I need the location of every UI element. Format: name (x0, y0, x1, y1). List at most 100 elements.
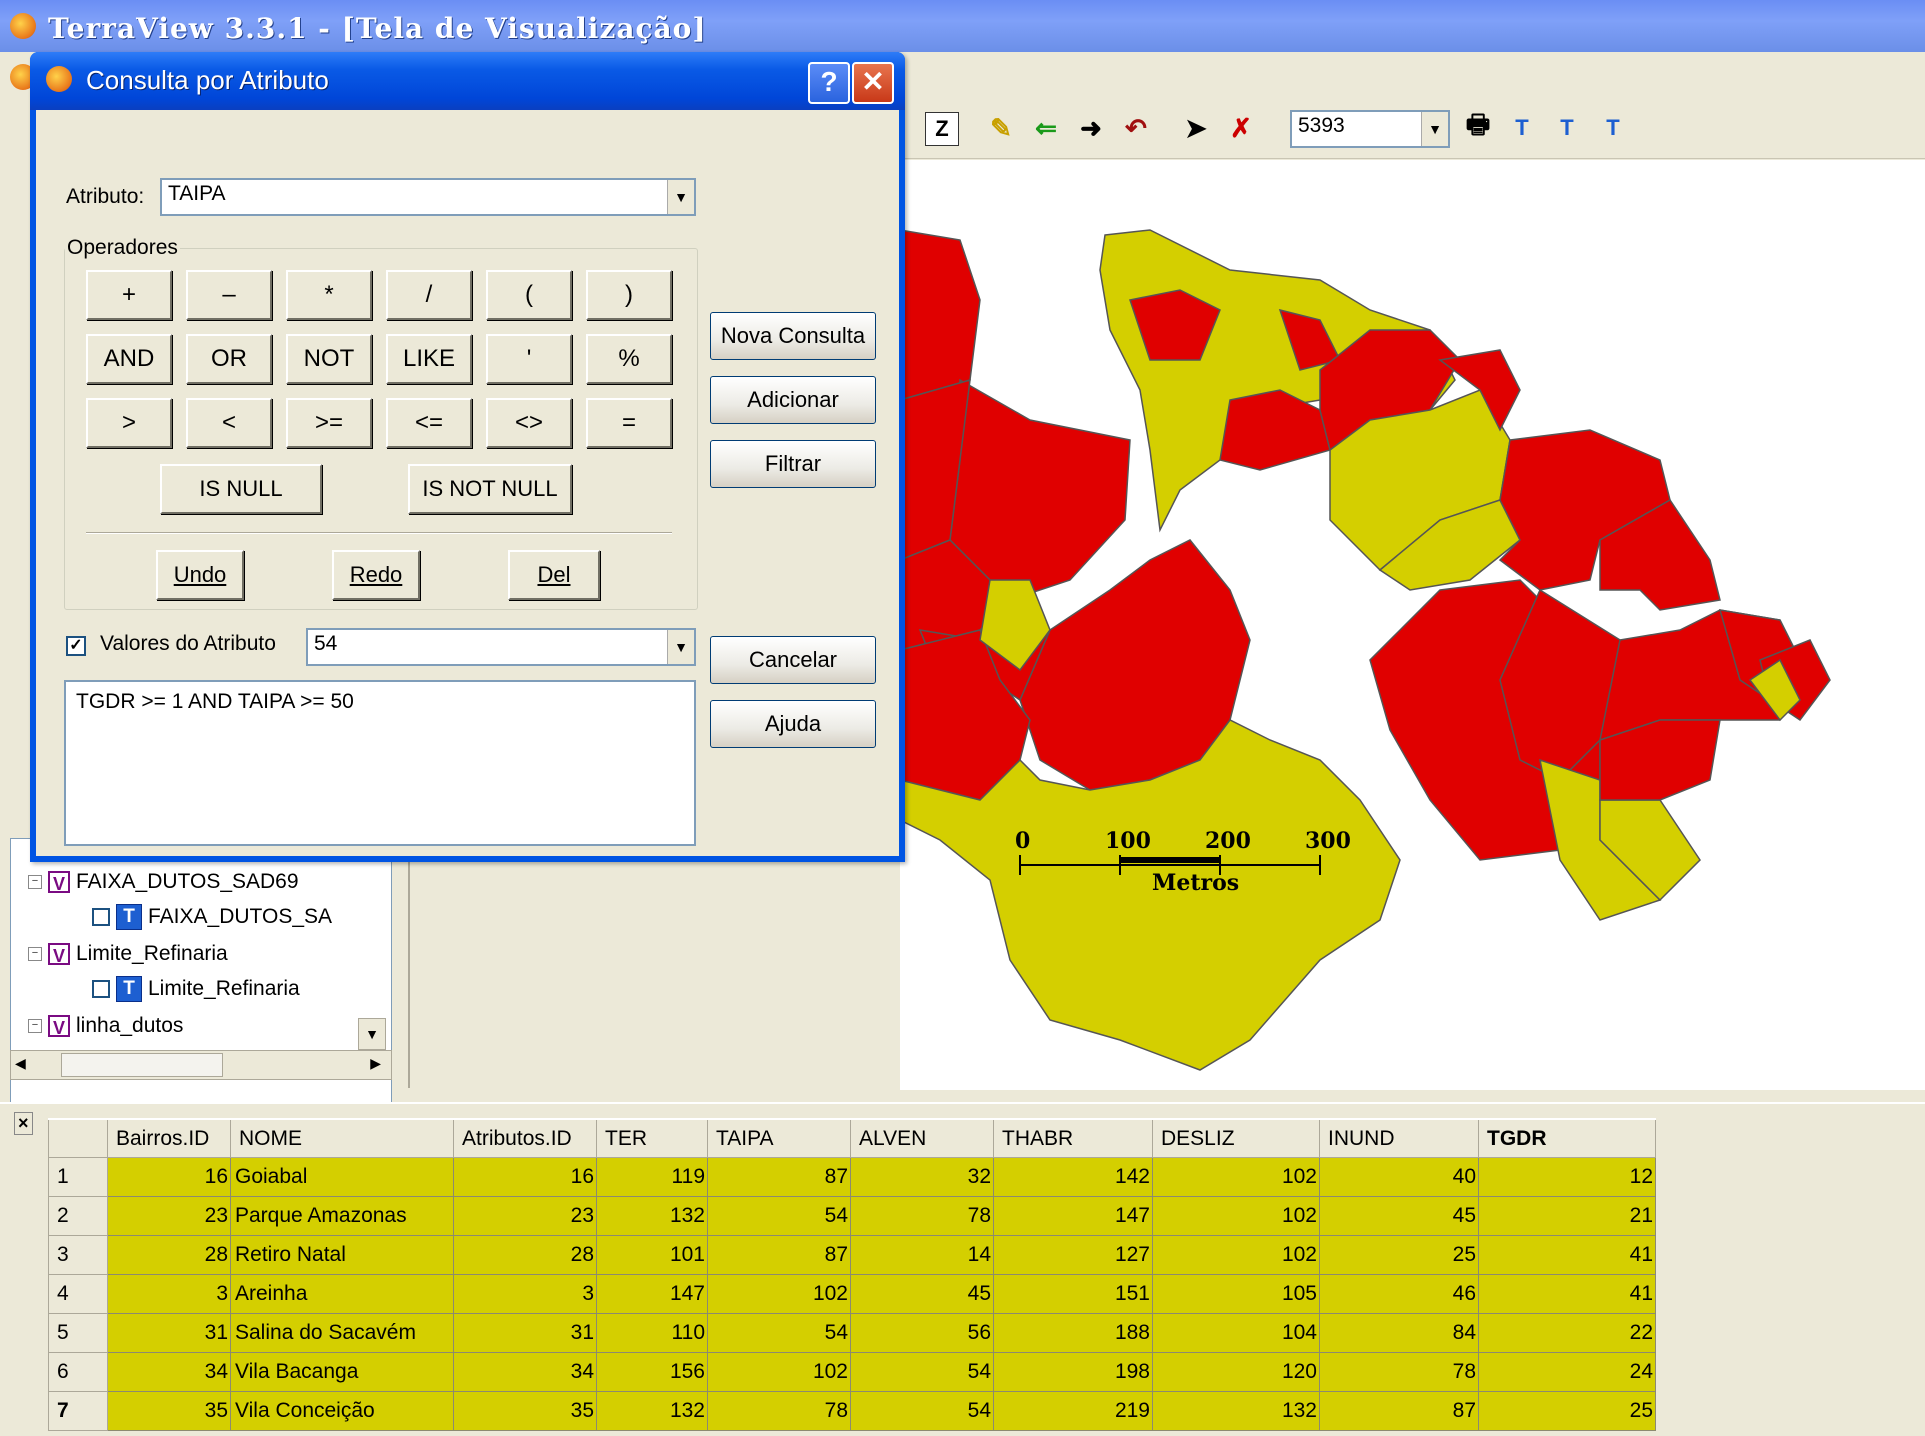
table-cell[interactable]: 104 (1152, 1313, 1320, 1353)
collapse-icon[interactable]: − (28, 1019, 42, 1033)
table-cell[interactable]: 12 (1478, 1157, 1656, 1197)
table-cell[interactable]: 102 (707, 1274, 851, 1314)
op-plus-button[interactable]: + (86, 270, 172, 320)
table-cell[interactable]: 132 (596, 1391, 708, 1431)
table-cell[interactable]: 78 (707, 1391, 851, 1431)
adicionar-button[interactable]: Adicionar (710, 376, 876, 424)
filtrar-button[interactable]: Filtrar (710, 440, 876, 488)
table-cell[interactable]: 110 (596, 1313, 708, 1353)
chevron-down-icon[interactable]: ▼ (1421, 112, 1448, 146)
table-cell[interactable]: Vila Bacanga (230, 1352, 454, 1392)
op-minus-button[interactable]: – (186, 270, 272, 320)
tree-item-faixa-dutos-theme[interactable]: T FAIXA_DUTOS_SA (92, 904, 332, 930)
table-row[interactable]: 1 16 Goiabal 16 119 87 32 142 102 40 12 (48, 1157, 1656, 1197)
table-cell[interactable]: 105 (1152, 1274, 1320, 1314)
table-cell[interactable]: 3 (453, 1274, 597, 1314)
col-header-taipa[interactable]: TAIPA (707, 1118, 851, 1158)
table-cell[interactable]: 45 (850, 1274, 994, 1314)
chevron-down-icon[interactable]: ▼ (667, 630, 694, 664)
table-cell[interactable]: 31 (453, 1313, 597, 1353)
query-textarea[interactable]: TGDR >= 1 AND TAIPA >= 50 (64, 680, 696, 846)
table-row[interactable]: 3 28 Retiro Natal 28 101 87 14 127 102 25 41 (48, 1235, 1656, 1275)
op-like-button[interactable]: LIKE (386, 334, 472, 384)
col-header-atributos-id[interactable]: Atributos.ID (453, 1118, 597, 1158)
table-cell[interactable]: 87 (707, 1235, 851, 1275)
tree-item-faixa-dutos-view[interactable]: − V FAIXA_DUTOS_SAD69 (28, 870, 299, 894)
table-cell[interactable]: 219 (993, 1391, 1153, 1431)
collapse-icon[interactable]: − (28, 875, 42, 889)
table-cell[interactable]: 23 (107, 1196, 231, 1236)
close-table-icon[interactable]: × (14, 1112, 33, 1135)
del-button[interactable]: Del (508, 550, 600, 600)
table-row[interactable]: 7 35 Vila Conceição 35 132 78 54 219 132 87 25 (48, 1391, 1656, 1431)
col-header-nome[interactable]: NOME (230, 1118, 454, 1158)
scroll-right-icon[interactable]: ▶ (370, 1055, 381, 1072)
horizontal-scrollbar[interactable]: ◀ ▶ (10, 1050, 392, 1080)
table-cell[interactable]: 34 (107, 1352, 231, 1392)
row-number[interactable]: 2 (48, 1196, 108, 1236)
pointer-icon[interactable]: ➤ (1180, 112, 1212, 144)
is-null-button[interactable]: IS NULL (160, 464, 322, 514)
redo-button[interactable]: Redo (332, 550, 420, 600)
op-not-equal-button[interactable]: <> (486, 398, 572, 448)
table-cell[interactable]: 25 (1478, 1391, 1656, 1431)
col-header-desliz[interactable]: DESLIZ (1152, 1118, 1320, 1158)
col-header-tgdr[interactable]: TGDR (1478, 1118, 1656, 1158)
table-cell[interactable]: 198 (993, 1352, 1153, 1392)
theme-checkbox[interactable] (92, 980, 110, 998)
undo-button[interactable]: Undo (156, 550, 244, 600)
table-cell[interactable]: 54 (850, 1352, 994, 1392)
table-cell[interactable]: 16 (107, 1157, 231, 1197)
table-cell[interactable]: 87 (1319, 1391, 1479, 1431)
row-number[interactable]: 4 (48, 1274, 108, 1314)
clear-selection-icon[interactable]: Z (925, 112, 959, 146)
table-cell[interactable]: 28 (453, 1235, 597, 1275)
table-t-icon[interactable]: T (1506, 112, 1538, 144)
col-header-bairros-id[interactable]: Bairros.ID (107, 1118, 231, 1158)
table-tv-icon[interactable]: T (1597, 112, 1629, 144)
back-arrow-icon[interactable]: ⇐ (1030, 112, 1062, 144)
table-cell[interactable]: 156 (596, 1352, 708, 1392)
table-cell[interactable]: 34 (453, 1352, 597, 1392)
table-cell[interactable]: 151 (993, 1274, 1153, 1314)
table-row[interactable]: 5 31 Salina do Sacavém 31 110 54 56 188 104 84 22 (48, 1313, 1656, 1353)
cancelar-button[interactable]: Cancelar (710, 636, 876, 684)
op-percent-button[interactable]: % (586, 334, 672, 384)
scale-combo[interactable]: 5393 ▼ (1290, 110, 1450, 148)
pencil-icon[interactable]: ✎ (985, 112, 1017, 144)
table-cell[interactable]: 119 (596, 1157, 708, 1197)
table-cell[interactable]: 16 (453, 1157, 597, 1197)
table-cell[interactable]: 28 (107, 1235, 231, 1275)
op-less-equal-button[interactable]: <= (386, 398, 472, 448)
op-equal-button[interactable]: = (586, 398, 672, 448)
table-tf-icon[interactable]: T (1551, 112, 1583, 144)
table-cell[interactable]: 45 (1319, 1196, 1479, 1236)
table-cell[interactable]: Salina do Sacavém (230, 1313, 454, 1353)
attribute-combo[interactable]: TAIPA ▼ (160, 178, 696, 216)
row-number[interactable]: 1 (48, 1157, 108, 1197)
table-cell[interactable]: 102 (1152, 1196, 1320, 1236)
op-not-button[interactable]: NOT (286, 334, 372, 384)
table-cell[interactable]: 35 (453, 1391, 597, 1431)
table-cell[interactable]: 35 (107, 1391, 231, 1431)
is-not-null-button[interactable]: IS NOT NULL (408, 464, 572, 514)
table-cell[interactable]: 84 (1319, 1313, 1479, 1353)
row-number[interactable]: 7 (48, 1391, 108, 1431)
table-cell[interactable]: 120 (1152, 1352, 1320, 1392)
scroll-thumb[interactable] (61, 1053, 223, 1077)
table-cell[interactable]: 21 (1478, 1196, 1656, 1236)
table-cell[interactable]: Retiro Natal (230, 1235, 454, 1275)
op-divide-button[interactable]: / (386, 270, 472, 320)
table-cell[interactable]: 132 (1152, 1391, 1320, 1431)
table-cell[interactable]: Parque Amazonas (230, 1196, 454, 1236)
table-cell[interactable]: 46 (1319, 1274, 1479, 1314)
table-cell[interactable]: 142 (993, 1157, 1153, 1197)
op-greater-equal-button[interactable]: >= (286, 398, 372, 448)
col-header-thabr[interactable]: THABR (993, 1118, 1153, 1158)
tree-item-limite-refinaria-theme[interactable]: T Limite_Refinaria (92, 976, 300, 1002)
values-combo[interactable]: 54 ▼ (306, 628, 696, 666)
ajuda-button[interactable]: Ajuda (710, 700, 876, 748)
op-or-button[interactable]: OR (186, 334, 272, 384)
op-close-paren-button[interactable]: ) (586, 270, 672, 320)
table-cell[interactable]: 127 (993, 1235, 1153, 1275)
